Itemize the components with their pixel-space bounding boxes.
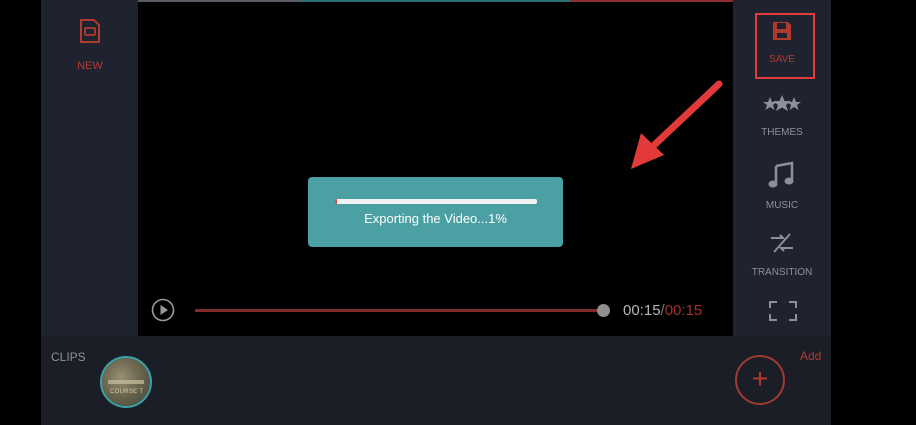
- transition-button[interactable]: TRANSITION: [733, 232, 831, 278]
- add-label: Add: [800, 349, 822, 363]
- transition-icon: [771, 233, 793, 253]
- export-progress-dialog: Exporting the Video...1%: [308, 177, 563, 247]
- transition-label: TRANSITION: [751, 267, 813, 278]
- export-progress-bar: [335, 199, 537, 204]
- themes-button[interactable]: THEMES: [733, 94, 831, 138]
- save-label: SAVE: [769, 54, 795, 65]
- clips-label: CLIPS: [51, 350, 86, 364]
- export-message: Exporting the Video...1%: [364, 211, 507, 226]
- new-button[interactable]: NEW: [64, 18, 116, 72]
- music-label: MUSIC: [765, 200, 799, 211]
- add-clip-button[interactable]: +: [735, 355, 785, 405]
- save-icon: [773, 22, 791, 40]
- video-editor-app: NEW SAVE THEMES MUSIC TRANSITION Exporti…: [41, 0, 831, 425]
- music-button[interactable]: MUSIC: [733, 161, 831, 211]
- new-label: NEW: [77, 60, 103, 72]
- seek-bar[interactable]: [195, 309, 603, 312]
- play-icon[interactable]: [151, 298, 175, 322]
- annotation-arrow: [631, 80, 723, 169]
- clip-thumbnail[interactable]: COURSE T: [100, 356, 152, 408]
- current-time: 00:15: [623, 302, 661, 319]
- fullscreen-icon[interactable]: [769, 301, 797, 321]
- time-display: 00:15/00:15: [623, 302, 702, 319]
- clip-thumbnail-caption: COURSE T: [110, 389, 144, 395]
- seek-handle[interactable]: [597, 304, 610, 317]
- left-panel: NEW: [41, 0, 138, 336]
- export-progress-fill: [335, 199, 338, 204]
- right-toolbar: SAVE THEMES MUSIC TRANSITION: [733, 0, 831, 336]
- music-note-icon: [768, 161, 794, 188]
- new-project-icon: [80, 19, 100, 43]
- total-time: 00:15: [664, 302, 703, 319]
- stars-icon: [763, 95, 801, 111]
- save-button[interactable]: SAVE: [733, 20, 831, 65]
- themes-label: THEMES: [761, 127, 803, 138]
